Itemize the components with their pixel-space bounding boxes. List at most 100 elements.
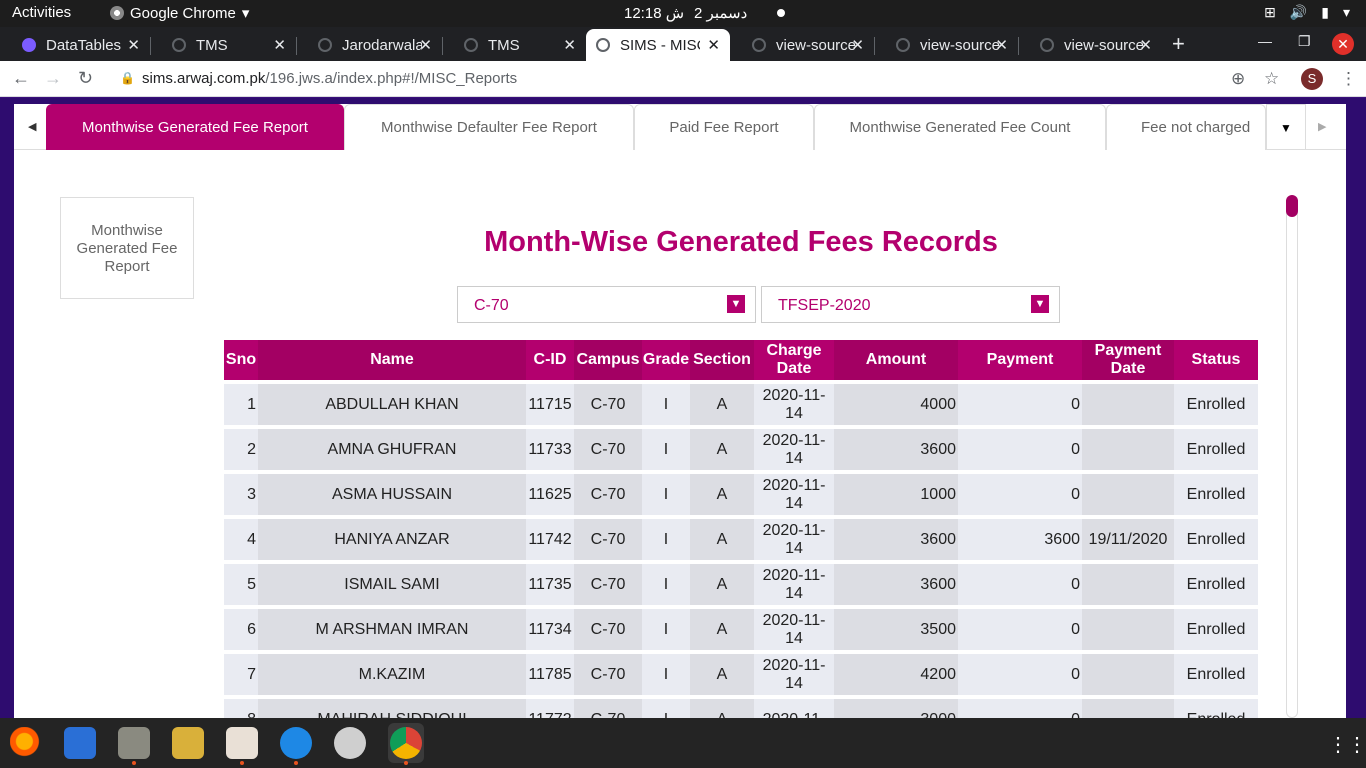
table-cell: C-70: [574, 425, 642, 470]
content-scrollbar[interactable]: [1286, 195, 1298, 718]
chrome-icon[interactable]: [390, 727, 422, 765]
table-cell: 1000: [834, 470, 958, 515]
close-tab-icon[interactable]: ✕: [419, 36, 432, 54]
browser-tab-strip: DataTables ✕ TMS ✕ Jarodarwala ✕ TMS ✕ S…: [0, 27, 1366, 61]
bookmark-star-icon[interactable]: ☆: [1264, 69, 1279, 89]
software-icon[interactable]: [334, 727, 366, 759]
reload-icon[interactable]: ↻: [78, 68, 93, 89]
table-cell: [1082, 560, 1174, 605]
screenshot-icon[interactable]: [226, 727, 258, 765]
maximize-icon[interactable]: ❐: [1298, 33, 1311, 50]
column-header[interactable]: Payment: [958, 340, 1082, 380]
table-cell: A: [690, 605, 754, 650]
close-tab-icon[interactable]: ✕: [563, 36, 576, 54]
tab-scroll-left-icon[interactable]: ◀: [28, 120, 36, 133]
column-header[interactable]: Grade: [642, 340, 690, 380]
app-menu[interactable]: Google Chrome ▾: [110, 4, 249, 22]
browser-tab[interactable]: TMS ✕: [442, 29, 586, 61]
column-header[interactable]: Name: [258, 340, 526, 380]
browser-tab[interactable]: view-source ✕: [874, 29, 1019, 61]
tabs-dropdown-caret-icon[interactable]: ▼: [1266, 104, 1306, 150]
window-close-icon[interactable]: ✕: [1332, 33, 1354, 55]
close-tab-icon[interactable]: ✕: [851, 36, 864, 54]
browser-tab[interactable]: view-source ✕: [730, 29, 875, 61]
zoom-icon[interactable]: ⊕: [1231, 69, 1245, 89]
table-cell: A: [690, 380, 754, 425]
system-tray[interactable]: ⊞ 🔊 ▮ ▾: [1264, 4, 1350, 21]
column-header[interactable]: Amount: [834, 340, 958, 380]
table-cell: 11715: [526, 380, 574, 425]
close-tab-icon[interactable]: ✕: [127, 36, 140, 54]
browser-tab-title: Jarodarwala: [342, 36, 422, 54]
table-cell: Enrolled: [1174, 380, 1258, 425]
firefox-icon[interactable]: [10, 727, 42, 759]
page-viewport: ◀ Monthwise Generated Fee Report Monthwi…: [0, 98, 1366, 740]
campus-select[interactable]: C-70 ▼: [457, 286, 756, 323]
address-bar-row: ← → ↻ 🔒 sims.arwaj.com.pk/196.jws.a/inde…: [0, 61, 1366, 97]
network-icon: ⊞: [1264, 4, 1276, 20]
month-select[interactable]: TFSEP-2020 ▼: [761, 286, 1060, 323]
back-arrow-icon[interactable]: ←: [12, 68, 30, 89]
kettle-icon[interactable]: [172, 727, 204, 759]
column-header[interactable]: C-ID: [526, 340, 574, 380]
clock[interactable]: 12:18 ش دسمبر 2: [624, 4, 786, 22]
minimize-icon[interactable]: —: [1258, 33, 1272, 49]
table-cell: 4200: [834, 650, 958, 695]
table-cell: 0: [958, 425, 1082, 470]
table-cell: 4000: [834, 380, 958, 425]
column-header[interactable]: Campus: [574, 340, 642, 380]
column-header[interactable]: Status: [1174, 340, 1258, 380]
tab-monthwise-generated[interactable]: Monthwise Generated Fee Report: [46, 104, 344, 150]
column-header[interactable]: Charge Date: [754, 340, 834, 380]
new-tab-plus-icon[interactable]: +: [1172, 31, 1185, 57]
chrome-icon: [110, 6, 124, 20]
table-cell: I: [642, 650, 690, 695]
url-field[interactable]: sims.arwaj.com.pk/196.jws.a/index.php#!/…: [142, 70, 517, 87]
chevron-down-icon: ▼: [1031, 295, 1049, 313]
close-tab-icon[interactable]: ✕: [1139, 36, 1152, 54]
table-cell: 3600: [958, 515, 1082, 560]
profile-avatar[interactable]: S: [1301, 68, 1323, 90]
browser-tab[interactable]: view-source ✕: [1018, 29, 1162, 61]
table-cell: 2020-11-14: [754, 425, 834, 470]
table-cell: 3500: [834, 605, 958, 650]
table-cell: A: [690, 470, 754, 515]
column-header[interactable]: Sno: [224, 340, 258, 380]
forward-arrow-icon[interactable]: →: [44, 68, 62, 89]
table-cell: 19/11/2020: [1082, 515, 1174, 560]
tab-fee-not-charged[interactable]: Fee not charged: [1106, 104, 1266, 150]
table-cell: 0: [958, 605, 1082, 650]
column-header[interactable]: Section: [690, 340, 754, 380]
table-cell: 5: [224, 560, 258, 605]
table-cell: A: [690, 425, 754, 470]
close-tab-icon[interactable]: ✕: [273, 36, 286, 54]
more-menu-icon[interactable]: ⋮: [1340, 69, 1357, 89]
tab-monthwise-defaulter[interactable]: Monthwise Defaulter Fee Report: [344, 104, 634, 150]
tab-scroll-right-icon[interactable]: ▶: [1318, 120, 1326, 133]
table-row: 3 ASMA HUSSAIN 11625 C-70 I A 2020-11-14 1000 0 E…: [224, 470, 1258, 515]
files-icon[interactable]: [118, 727, 150, 765]
dock: ⋮⋮⋮: [0, 718, 1366, 768]
browser-tab[interactable]: TMS ✕: [150, 29, 297, 61]
dolphin-icon[interactable]: [280, 727, 312, 765]
activities-button[interactable]: Activities: [12, 4, 71, 21]
scrollbar-thumb[interactable]: [1286, 195, 1298, 217]
table-row: 4 HANIYA ANZAR 11742 C-70 I A 2020-11-14 3600 36…: [224, 515, 1258, 560]
side-nav-item[interactable]: Monthwise Generated Fee Report: [60, 197, 194, 299]
browser-tab-active[interactable]: SIMS - MISC ✕: [586, 29, 730, 61]
close-tab-icon[interactable]: ✕: [995, 36, 1008, 54]
browser-tab[interactable]: Jarodarwala ✕: [296, 29, 443, 61]
writer-icon[interactable]: [64, 727, 96, 759]
close-tab-icon[interactable]: ✕: [707, 36, 720, 54]
tab-paid-fee[interactable]: Paid Fee Report: [634, 104, 814, 150]
browser-tab[interactable]: DataTables ✕: [0, 29, 151, 61]
column-header[interactable]: Payment Date: [1082, 340, 1174, 380]
lock-icon[interactable]: 🔒: [120, 71, 135, 85]
clock-date: دسمبر 2: [694, 5, 748, 22]
url-path: /196.jws.a/index.php#!/MISC_Reports: [265, 70, 518, 87]
tab-monthwise-count[interactable]: Monthwise Generated Fee Count: [814, 104, 1106, 150]
show-applications-icon[interactable]: ⋮⋮⋮: [1328, 732, 1366, 757]
globe-icon: [172, 38, 186, 52]
table-cell: 0: [958, 470, 1082, 515]
page-title: Month-Wise Generated Fees Records: [484, 226, 998, 258]
